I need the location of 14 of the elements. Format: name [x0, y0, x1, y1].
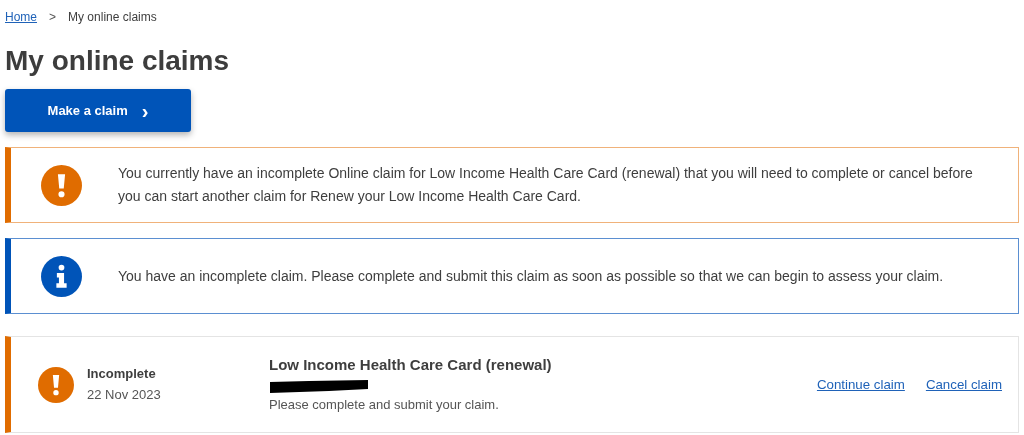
breadcrumb-current: My online claims	[68, 10, 157, 24]
breadcrumb-link[interactable]: Home	[5, 10, 37, 24]
claim-title: Low Income Health Care Card (renewal)	[269, 355, 553, 375]
claim-action-link[interactable]: Cancel claim	[925, 377, 1002, 392]
make-claim-button[interactable]: Make a claim ›	[5, 89, 191, 132]
breadcrumb-separator: >	[49, 10, 57, 24]
claim-action-link[interactable]: Continue claim	[816, 377, 905, 392]
claim-status: Incomplete	[87, 364, 157, 383]
alert-message: You have an incomplete claim. Please complete and submit this claim as soon as possible so that we can begin to assess your claim.	[118, 266, 945, 286]
chevron-icon: ›	[141, 100, 149, 121]
alert-message: You currently have an incomplete Online claim for Low Income Health Care Card (renewal) that you will need to complete or cancel before you can start another claim for Renew your Low Income Health Care Card.	[118, 164, 974, 206]
page-title: My online claims	[5, 45, 231, 77]
claim-instruction: Please complete and submit your claim.	[269, 396, 500, 414]
claim-date: 22 Nov 2023	[87, 385, 162, 404]
